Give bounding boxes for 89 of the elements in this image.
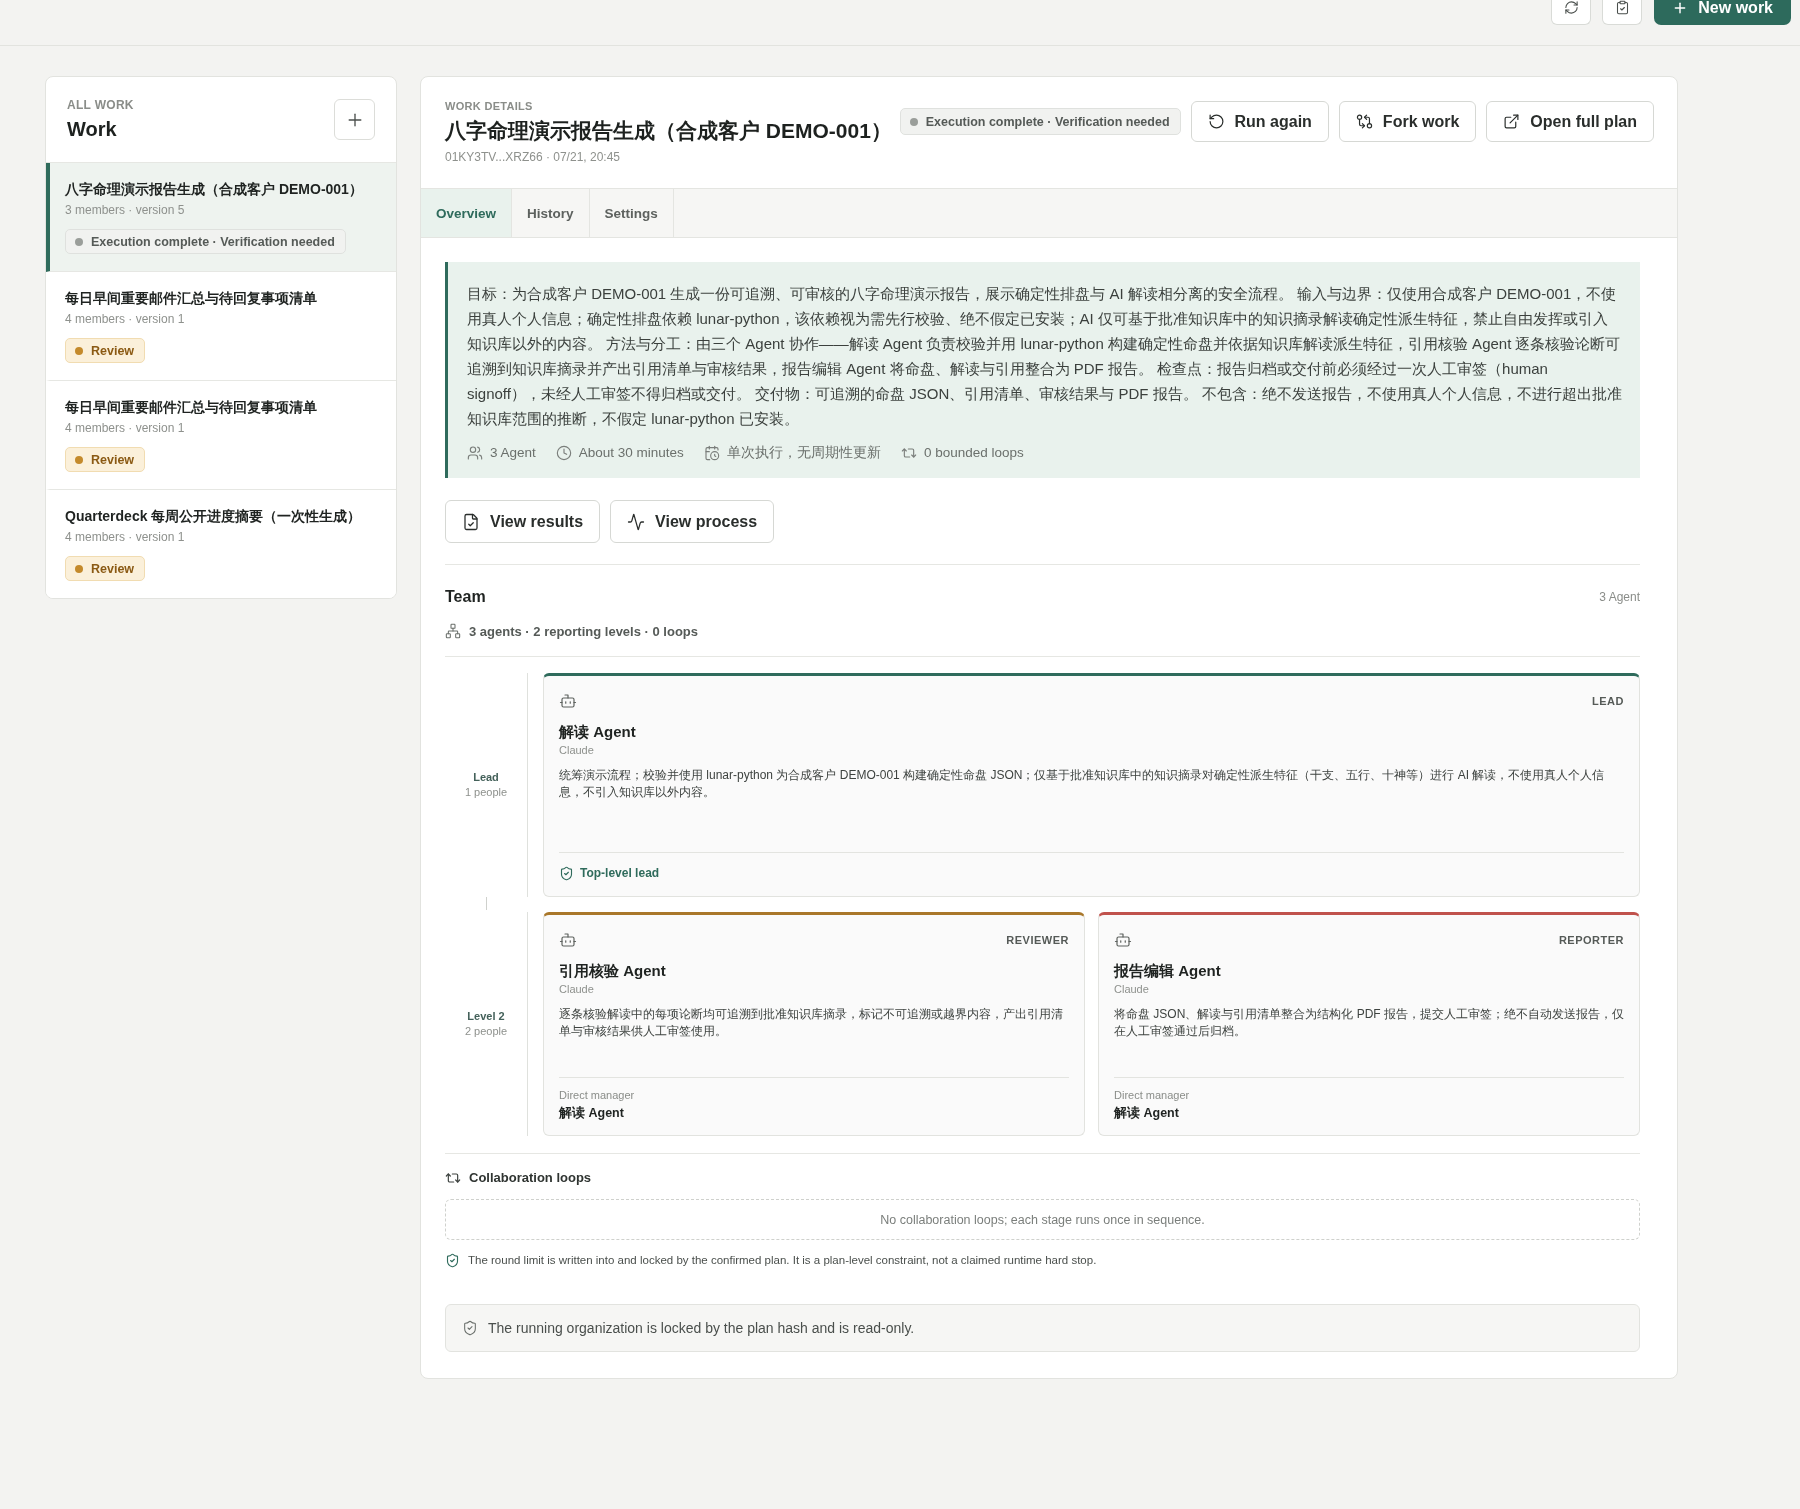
circular-arrow-icon [1207, 113, 1225, 130]
level-name: Level 2 [467, 1009, 505, 1024]
pulse-line-icon [627, 512, 646, 531]
fact-text: 单次执行，无周期性更新 [726, 444, 881, 462]
role-label: REVIEWER [1006, 934, 1069, 946]
work-id-timestamp: 01KY3TV...XRZ66 · 07/21, 20:45 [445, 149, 621, 165]
status-badge: Execution complete · Verification needed [899, 108, 1181, 135]
empty-loops-message: No collaboration loops; each stage runs once in sequence. [445, 1199, 1640, 1240]
users-icon [467, 445, 483, 461]
status-dot-icon [75, 455, 83, 464]
role-label: REPORTER [1558, 934, 1624, 946]
panel-title: Work [67, 117, 118, 141]
section-title: Team [445, 587, 486, 607]
rerun-button[interactable]: Run again [1190, 101, 1329, 142]
shield-check-icon [462, 1320, 478, 1336]
clock-icon [555, 445, 572, 461]
robot-icon [559, 931, 577, 949]
status-dot-icon [909, 117, 918, 126]
agent-name: 引用核验 Agent [559, 961, 667, 981]
team-summary: 3 agents · 2 reporting levels · 0 loops [469, 623, 698, 639]
add-work-button[interactable] [334, 99, 375, 140]
refresh-icon [1563, 0, 1579, 15]
robot-icon [1114, 931, 1132, 949]
work-title: 八字命理演示报告生成（合成客户 DEMO-001） [65, 180, 364, 199]
top-level-lead-label: Top-level lead [580, 865, 660, 882]
tab[interactable]: Overview [421, 189, 513, 237]
level-name: Lead [473, 770, 499, 785]
work-meta: 4 members · version 1 [65, 529, 186, 545]
round-limit-note: The round limit is written into and locked by the confirmed plan. It is a plan-level constraint, not a claimed runtime hard stop. [468, 1253, 1097, 1268]
repeat-icon [900, 445, 917, 461]
work-title: 每日早间重要邮件汇总与待回复事项清单 [65, 289, 318, 308]
status-badge: Review [65, 556, 146, 581]
agent-description: 将命盘 JSON、解读与引用清单整合为结构化 PDF 报告，提交人工审签；绝不自动发送报告，仅在人工审签通过后归档。 [1114, 1006, 1624, 1040]
refresh-button[interactable] [1551, 0, 1592, 25]
view-process-button[interactable]: View process [610, 500, 775, 543]
work-meta: 4 members · version 1 [65, 311, 186, 327]
fact-text: 3 Agent [490, 444, 536, 462]
new-work-button[interactable]: New work [1654, 0, 1791, 25]
model-name: Claude [1114, 982, 1150, 996]
status-badge: Execution complete · Verification needed [65, 229, 346, 254]
section-title: Collaboration loops [469, 1170, 592, 1186]
view-results-button[interactable]: View results [445, 500, 601, 543]
agent-name: 解读 Agent [559, 722, 637, 742]
fact-text: 0 bounded loops [923, 444, 1024, 462]
work-item[interactable]: 八字命理演示报告生成（合成客户 DEMO-001） 3 members · version 5 Execution complete · Verification needed [46, 163, 396, 272]
level-people-count: 1 people [464, 785, 508, 800]
section-eyebrow: ALL WORK [67, 98, 134, 112]
model-name: Claude [559, 743, 595, 757]
tab[interactable]: Settings [589, 189, 674, 237]
robot-icon [559, 692, 577, 710]
clipboard-button[interactable] [1602, 0, 1643, 25]
agent-name: 报告编辑 Agent [1114, 961, 1222, 981]
repeat-icon [445, 1170, 461, 1186]
role-label: LEAD [1592, 695, 1624, 707]
branch-arrows-icon [1355, 113, 1373, 130]
file-check-icon [462, 512, 480, 531]
direct-manager-label: Direct manager [559, 1088, 636, 1102]
shield-check-icon [559, 866, 574, 881]
level-connector [486, 897, 487, 910]
open-button[interactable]: Open full plan [1486, 101, 1654, 142]
status-badge: Review [65, 338, 146, 363]
status-dot-icon [75, 346, 83, 355]
work-title: 每日早间重要邮件汇总与待回复事项清单 [65, 398, 318, 417]
direct-manager-name: 解读 Agent [559, 1105, 625, 1122]
model-name: Claude [559, 982, 595, 996]
goal-text: 目标：为合成客户 DEMO-001 生成一份可追溯、可审核的八字命理演示报告，展示确定性排盘与 AI 解读相分离的安全流程。 输入与边界：仅使用合成客户 DEMO-001，不使用真人个人信息；确定性排盘依赖 lunar-python，该依赖视为需先行校验、绝不假定已安装；AI 仅可基于批准知识库中的知识摘录解读确定性派生特征，禁止自由发挥或引入知识库以外的内容。 方法与分工：由三个 Agent 协作——解读 Agent 负责校验并用 lunar-python 构建确定性命盘并依据知识库解读派生特征，引用核验 Agent 逐条核验论断可追溯到知识库摘录并产出引用清单与审核结果，报告编辑 Agent 将命盘、解读与引用整合为 PDF 报告。 检查点：报告归档或交付前必须经过一次人工审签（human signoff），未经人工审签不得归档或交付。 交付物：可追溯的命盘 JSON、引用清单、审核结果与 PDF 报告。 不包含：绝不发送报告，不使用真人个人信息，不进行超出批准知识库范围的推断，不假定 lunar-python 已安装。 [467, 284, 1622, 429]
status-dot-icon [75, 564, 83, 573]
work-title: 八字命理演示报告生成（合成客户 DEMO-001） [445, 118, 892, 144]
agent-description: 逐条核验解读中的每项论断均可追溯到批准知识库摘录，标记不可追溯或越界内容，产出引用清单与审核结果供人工审签使用。 [559, 1006, 1064, 1040]
section-eyebrow: WORK DETAILS [445, 99, 534, 113]
org-chart-icon [445, 623, 461, 639]
clipboard-check-icon [1614, 0, 1630, 15]
tab[interactable]: History [512, 189, 590, 237]
work-meta: 4 members · version 1 [65, 420, 186, 436]
work-meta: 3 members · version 5 [65, 202, 186, 218]
external-link-icon [1503, 113, 1521, 130]
calendar-clock-icon [703, 445, 720, 461]
direct-manager-label: Direct manager [1114, 1088, 1191, 1102]
agent-description: 统筹演示流程；校验并使用 lunar-python 为合成客户 DEMO-001 构建确定性命盘 JSON；仅基于批准知识库中的知识摘录对确定性派生特征（干支、五行、十神等）进行 AI 解读，不使用真人个人信息，不引入知识库以外内容。 [559, 767, 1606, 801]
level-people-count: 2 people [464, 1024, 508, 1039]
shield-check-icon [445, 1252, 460, 1268]
status-dot-icon [75, 237, 83, 246]
agent-count: 3 Agent [1599, 590, 1640, 604]
fact-text: About 30 minutes [578, 444, 684, 462]
fork-button[interactable]: Fork work [1338, 101, 1477, 142]
lock-notice-text: The running organization is locked by the plan hash and is read-only. [488, 1320, 915, 1336]
status-badge: Review [65, 447, 146, 472]
direct-manager-name: 解读 Agent [1114, 1105, 1180, 1122]
work-title: Quarterdeck 每周公开进度摘要（一次性生成） [65, 507, 363, 526]
